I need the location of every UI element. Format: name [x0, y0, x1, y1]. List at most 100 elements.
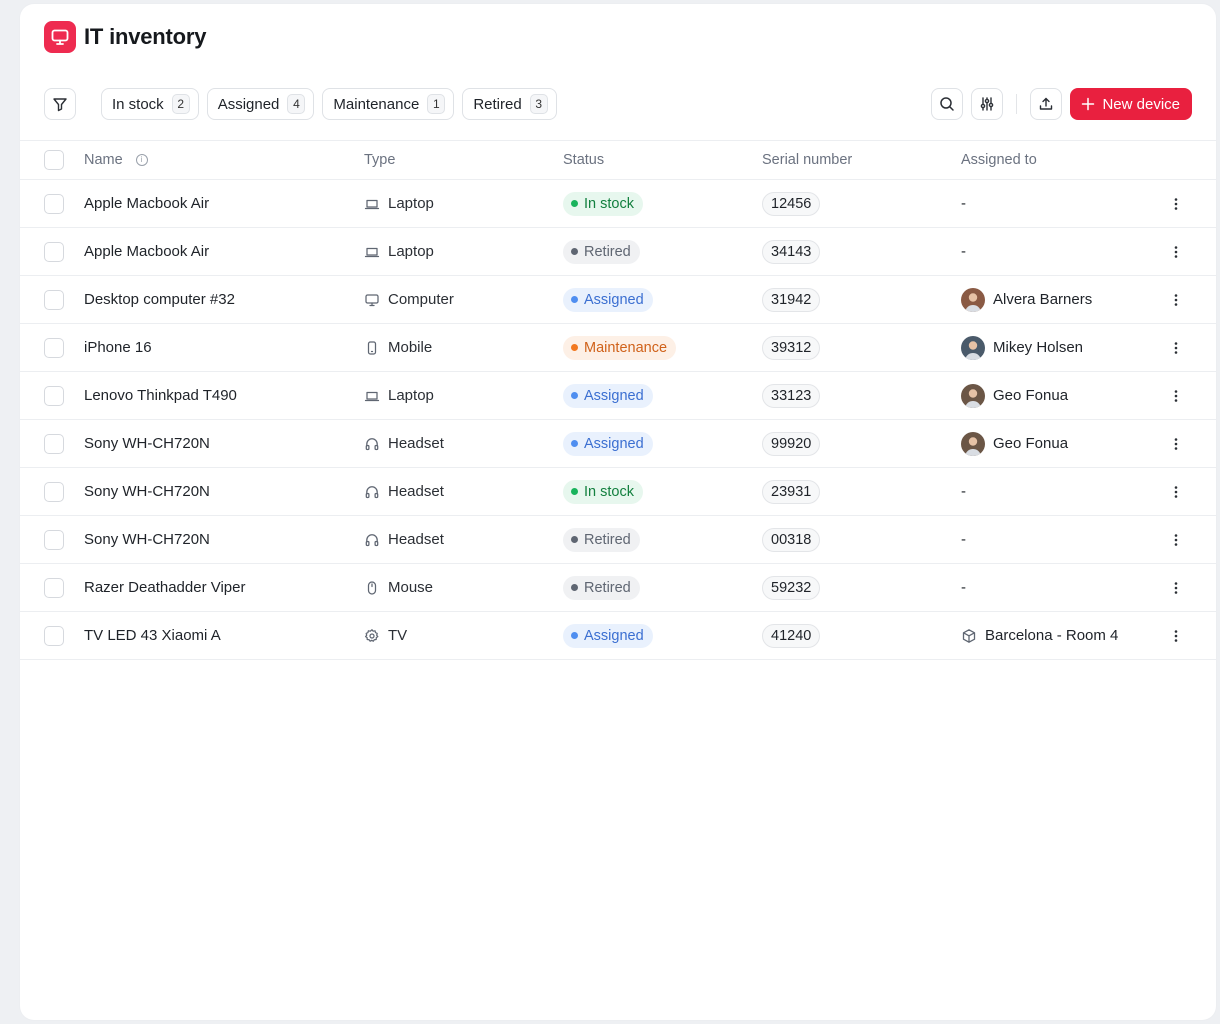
device-name: Apple Macbook Air	[84, 243, 210, 260]
column-header-type[interactable]: Type	[364, 152, 395, 168]
inventory-table: Name i Type Status Serial number Assigne…	[20, 140, 1216, 660]
device-name: Desktop computer #32	[84, 291, 235, 308]
status-dot	[571, 440, 578, 447]
column-header-serial[interactable]: Serial number	[762, 152, 852, 168]
column-header-assigned[interactable]: Assigned to	[961, 152, 1037, 168]
column-header-status[interactable]: Status	[563, 152, 604, 168]
table-row[interactable]: Razer Deathadder Viper Mouse Retired 592…	[20, 564, 1216, 612]
chip-count: 4	[287, 94, 306, 114]
more-options-icon[interactable]	[1166, 482, 1186, 502]
row-checkbox[interactable]	[44, 241, 64, 262]
device-type-label: Laptop	[388, 387, 434, 404]
row-checkbox[interactable]	[44, 385, 64, 406]
row-checkbox[interactable]	[44, 433, 64, 454]
assigned-to: -	[961, 195, 966, 212]
status-filter-chips: In stock 2 Assigned 4 Maintenance 1 Reti…	[101, 88, 557, 120]
status-label: Assigned	[584, 435, 644, 452]
page-header: IT inventory	[44, 21, 206, 53]
status-badge: Retired	[563, 575, 640, 600]
laptop-icon	[364, 244, 380, 260]
assigned-empty: -	[961, 483, 966, 500]
device-type: Laptop	[364, 195, 434, 212]
assigned-empty: -	[961, 531, 966, 548]
device-name: iPhone 16	[84, 339, 152, 356]
column-header-name[interactable]: Name i	[84, 152, 148, 168]
chip-label: Assigned	[217, 95, 280, 113]
toolbar-actions: New device	[931, 88, 1192, 120]
status-badge: Assigned	[563, 287, 653, 312]
plus-icon	[1082, 97, 1095, 111]
settings-sliders-button[interactable]	[971, 88, 1004, 120]
assigned-to: -	[961, 483, 966, 500]
serial-number: 12456	[762, 191, 821, 216]
row-checkbox[interactable]	[44, 193, 64, 214]
box-icon	[961, 628, 977, 644]
device-type-label: Computer	[388, 291, 454, 308]
table-row[interactable]: Lenovo Thinkpad T490 Laptop Assigned 331…	[20, 372, 1216, 420]
status-label: Assigned	[584, 627, 644, 644]
table-row[interactable]: Sony WH-CH720N Headset Assigned 99920 Ge…	[20, 420, 1216, 468]
filter-button[interactable]	[44, 88, 76, 120]
filter-chip-in-stock[interactable]: In stock 2	[101, 88, 199, 120]
device-type-label: Headset	[388, 483, 444, 500]
serial-number: 39312	[762, 335, 821, 360]
monitor-icon	[364, 292, 380, 308]
row-checkbox[interactable]	[44, 337, 64, 358]
more-options-icon[interactable]	[1166, 242, 1186, 262]
row-checkbox[interactable]	[44, 289, 64, 310]
row-checkbox[interactable]	[44, 529, 64, 550]
info-icon[interactable]: i	[135, 154, 148, 166]
status-dot	[571, 632, 578, 639]
more-options-icon[interactable]	[1166, 194, 1186, 214]
assigned-to: Mikey Holsen	[961, 335, 1084, 360]
avatar	[961, 287, 985, 312]
more-options-icon[interactable]	[1166, 530, 1186, 550]
toolbar: In stock 2 Assigned 4 Maintenance 1 Reti…	[44, 88, 1192, 120]
headset-icon	[364, 484, 380, 500]
status-badge: Assigned	[563, 623, 653, 648]
table-row[interactable]: Sony WH-CH720N Headset Retired 00318 -	[20, 516, 1216, 564]
row-checkbox[interactable]	[44, 625, 64, 646]
more-options-icon[interactable]	[1166, 290, 1186, 310]
new-device-button[interactable]: New device	[1070, 88, 1192, 120]
gear-icon	[364, 628, 380, 644]
table-row[interactable]: Desktop computer #32 Computer Assigned 3…	[20, 276, 1216, 324]
filter-chip-maintenance[interactable]: Maintenance 1	[322, 88, 455, 120]
mobile-icon	[364, 340, 380, 356]
assignee-name: Mikey Holsen	[993, 339, 1084, 356]
upload-icon	[1040, 97, 1053, 110]
row-checkbox[interactable]	[44, 481, 64, 502]
export-button[interactable]	[1030, 88, 1063, 120]
assigned-to: Alvera Barners	[961, 287, 1092, 312]
more-options-icon[interactable]	[1166, 434, 1186, 454]
avatar	[961, 431, 985, 456]
more-options-icon[interactable]	[1166, 338, 1186, 358]
table-row[interactable]: Apple Macbook Air Laptop In stock 12456 …	[20, 180, 1216, 228]
row-checkbox[interactable]	[44, 577, 64, 598]
device-type: Mouse	[364, 579, 433, 596]
select-all-checkbox[interactable]	[44, 150, 64, 170]
filter-chip-retired[interactable]: Retired 3	[462, 88, 557, 120]
table-row[interactable]: Apple Macbook Air Laptop Retired 34143 -	[20, 228, 1216, 276]
more-options-icon[interactable]	[1166, 386, 1186, 406]
table-row[interactable]: iPhone 16 Mobile Maintenance 39312 Mikey…	[20, 324, 1216, 372]
search-icon	[940, 97, 955, 111]
chip-label: In stock	[112, 95, 164, 113]
status-badge: Maintenance	[563, 335, 677, 360]
device-type: Mobile	[364, 339, 432, 356]
serial-number: 00318	[762, 527, 821, 552]
table-row[interactable]: Sony WH-CH720N Headset In stock 23931 -	[20, 468, 1216, 516]
status-label: Retired	[584, 243, 631, 260]
table-header: Name i Type Status Serial number Assigne…	[20, 140, 1216, 180]
new-device-label: New device	[1102, 95, 1180, 113]
more-options-icon[interactable]	[1166, 578, 1186, 598]
page-title: IT inventory	[84, 24, 207, 49]
status-badge: In stock	[563, 479, 643, 504]
more-options-icon[interactable]	[1166, 626, 1186, 646]
status-label: Assigned	[584, 387, 644, 404]
table-row[interactable]: TV LED 43 Xiaomi A TV Assigned 41240 Bar…	[20, 612, 1216, 660]
sliders-icon	[981, 97, 994, 111]
filter-chip-assigned[interactable]: Assigned 4	[206, 88, 315, 120]
search-button[interactable]	[931, 88, 964, 120]
headset-icon	[364, 532, 380, 548]
